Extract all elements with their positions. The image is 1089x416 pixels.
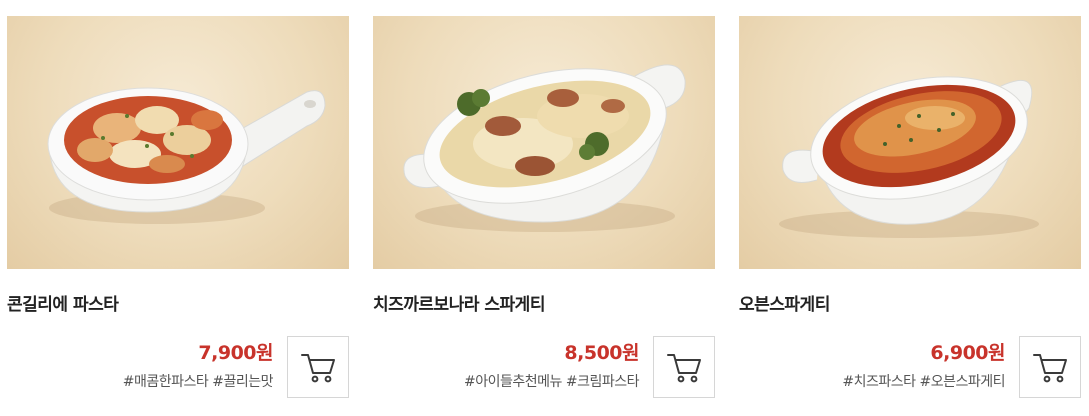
shopping-cart-icon — [1033, 354, 1067, 383]
product-price: 6,900원 — [930, 342, 1005, 364]
product-image-conchiglie-pasta[interactable] — [7, 16, 349, 269]
add-to-cart-button[interactable] — [287, 336, 349, 398]
product-tags: #치즈파스타 #오븐스파게티 — [842, 374, 1005, 390]
product-image-cheese-carbonara-spaghetti[interactable] — [373, 16, 715, 269]
product-grid: 콘길리에 파스타 7,900원 #매콤한파스타 #끌리는맛 치즈까르보나라 스파… — [0, 0, 1089, 416]
product-tags: #아이들추천메뉴 #크림파스타 — [464, 374, 639, 390]
product-tags: #매콤한파스타 #끌리는맛 — [122, 374, 274, 390]
add-to-cart-button[interactable] — [1019, 336, 1081, 398]
product-name[interactable]: 오븐스파게티 — [739, 290, 830, 315]
product-image-oven-spaghetti[interactable] — [739, 16, 1081, 269]
add-to-cart-button[interactable] — [653, 336, 715, 398]
shopping-cart-icon — [301, 354, 335, 383]
product-name[interactable]: 치즈까르보나라 스파게티 — [373, 290, 545, 315]
product-card[interactable]: 치즈까르보나라 스파게티 8,500원 #아이들추천메뉴 #크림파스타 — [373, 16, 715, 406]
product-price: 7,900원 — [198, 342, 273, 364]
shopping-cart-icon — [667, 354, 701, 383]
product-price: 8,500원 — [564, 342, 639, 364]
product-card[interactable]: 오븐스파게티 6,900원 #치즈파스타 #오븐스파게티 — [739, 16, 1081, 406]
product-card[interactable]: 콘길리에 파스타 7,900원 #매콤한파스타 #끌리는맛 — [7, 16, 349, 406]
product-name[interactable]: 콘길리에 파스타 — [7, 290, 119, 315]
